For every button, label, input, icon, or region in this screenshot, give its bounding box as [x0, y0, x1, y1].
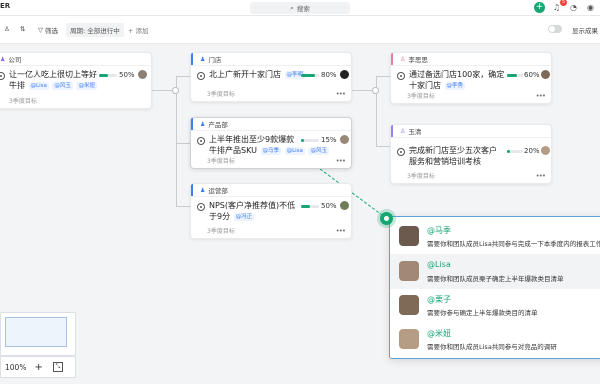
avatar — [399, 329, 419, 349]
okr-card-product[interactable]: ♟ 产品部 上半年推出至少9款爆款 牛排产品SKU @马季 @Lisa @风玉 … — [190, 117, 352, 169]
goal-text: 上半年推出至少9款爆款 牛排产品SKU @马季 @Lisa @风玉 — [209, 135, 329, 155]
person-icon: ♙ — [400, 127, 406, 135]
progress-percent: 50% — [119, 71, 135, 79]
period-label: 3季度目标 — [407, 173, 435, 180]
owner-tag[interactable]: @Lisa — [28, 81, 49, 90]
progress-bar — [301, 139, 319, 142]
zoom-controls: 100% + ⤡ — [0, 356, 76, 378]
target-icon — [397, 72, 405, 80]
period-label: 3季度目标 — [207, 158, 235, 165]
fit-view-icon[interactable]: ⤡ — [52, 362, 63, 372]
team-icon: ♟ — [200, 120, 206, 128]
progress-percent: 80% — [321, 71, 337, 79]
team-icon: ♟ — [200, 55, 206, 63]
card-header: ♙ 李思思 — [391, 53, 551, 66]
progress-percent: 60% — [524, 71, 540, 79]
period-label: 3季度目标 — [407, 93, 435, 100]
progress-bar — [507, 150, 523, 153]
period-label: 3季度目标 — [207, 228, 235, 235]
avatar[interactable] — [138, 70, 147, 79]
period-label: 3季度目标 — [9, 98, 37, 105]
minimap-viewport[interactable] — [5, 317, 67, 347]
goal-text: 通过备选门店100家，确定 十家门店 @李秀 — [409, 70, 505, 90]
period-label: 3季度目标 — [207, 91, 235, 98]
mention-anchor-icon[interactable] — [380, 212, 393, 225]
okr-card-yuqing[interactable]: ♙ 玉清 完成新门店至少五次客户 服务和营销培训考核 20% 3季度目标 ••• — [390, 124, 552, 184]
card-header: ♟ 运营部 — [191, 184, 351, 197]
owner-tag[interactable]: @冯正 — [233, 212, 255, 221]
goal-text: 完成新门店至少五次客户 服务和营销培训考核 — [409, 146, 497, 166]
progress-percent: 15% — [321, 136, 337, 144]
owner-tag[interactable]: @米妞 — [76, 81, 97, 90]
card-header: ♟ 公司 — [0, 53, 151, 66]
target-icon — [197, 72, 205, 80]
owner-tag[interactable]: @风玉 — [308, 146, 329, 155]
avatar[interactable] — [340, 201, 349, 210]
owner-tag[interactable]: @马季 — [260, 146, 282, 155]
minimap[interactable] — [0, 312, 76, 356]
avatar[interactable] — [541, 70, 550, 79]
more-icon[interactable]: ••• — [336, 90, 346, 98]
more-icon[interactable]: ••• — [336, 227, 346, 235]
okr-card-lisi[interactable]: ♙ 李思思 通过备选门店100家，确定 十家门店 @李秀 60% 3季度目标 •… — [390, 52, 552, 104]
team-icon: ♟ — [200, 186, 206, 194]
card-header: ♟ 门店 — [191, 53, 351, 66]
mention-item[interactable]: @栗子 需要你参与确定上半年爆款类目的清单 — [390, 288, 600, 323]
progress-percent: 50% — [321, 202, 337, 210]
avatar[interactable] — [541, 146, 550, 155]
progress-bar — [507, 74, 523, 77]
goal-text: NPS(客户净推荐值)不低 于9分 @冯正 — [209, 201, 296, 221]
card-header: ♙ 玉清 — [391, 125, 551, 138]
target-icon — [397, 148, 405, 156]
progress-bar — [301, 205, 319, 208]
avatar — [399, 261, 419, 281]
more-icon[interactable]: ••• — [336, 157, 346, 165]
progress-bar — [301, 74, 319, 77]
more-icon[interactable]: ••• — [536, 92, 546, 100]
more-icon[interactable]: ••• — [536, 172, 546, 180]
mention-popup: @马季 需要你和团队成员Lisa共同参与完成一下本季度内的报表工作 @Lisa … — [389, 216, 600, 359]
target-icon — [197, 203, 205, 211]
card-header: ♟ 产品部 — [191, 118, 351, 131]
mention-item[interactable]: @米妞 需要你和团队成员Lisa共同参与对竞品的调研 — [390, 322, 600, 357]
owner-tag[interactable]: @风玉 — [52, 81, 73, 90]
avatar — [399, 226, 419, 246]
target-icon — [197, 137, 205, 145]
person-icon: ♙ — [400, 55, 406, 63]
team-icon: ♟ — [0, 55, 6, 63]
avatar[interactable] — [340, 70, 349, 79]
target-icon — [0, 72, 5, 80]
goal-text: 让一亿人吃上很切上等好 牛排 @Lisa @风玉 @米妞 — [9, 70, 97, 90]
okr-card-ops[interactable]: ♟ 运营部 NPS(客户净推荐值)不低 于9分 @冯正 50% 3季度目标 ••… — [190, 183, 352, 239]
avatar — [399, 295, 419, 315]
progress-percent: 20% — [524, 147, 540, 155]
goal-text: 北上广新开十家门店 @李明 — [209, 70, 306, 79]
zoom-in-button[interactable]: + — [34, 362, 42, 373]
avatar[interactable] — [340, 135, 349, 144]
zoom-level: 100% — [5, 362, 27, 372]
okr-card-company[interactable]: ♟ 公司 让一亿人吃上很切上等好 牛排 @Lisa @风玉 @米妞 50% 3季… — [0, 52, 152, 109]
owner-tag[interactable]: @李秀 — [444, 81, 466, 90]
mention-item[interactable]: @马季 需要你和团队成员Lisa共同参与完成一下本季度内的报表工作 — [390, 219, 600, 254]
okr-card-store[interactable]: ♟ 门店 北上广新开十家门店 @李明 80% 3季度目标 ••• — [190, 52, 352, 102]
owner-tag[interactable]: @Lisa — [284, 146, 305, 155]
mention-item[interactable]: @Lisa 需要你和团队成员栗子确定上半年爆款类目清单 — [390, 254, 600, 289]
progress-bar — [99, 74, 117, 77]
